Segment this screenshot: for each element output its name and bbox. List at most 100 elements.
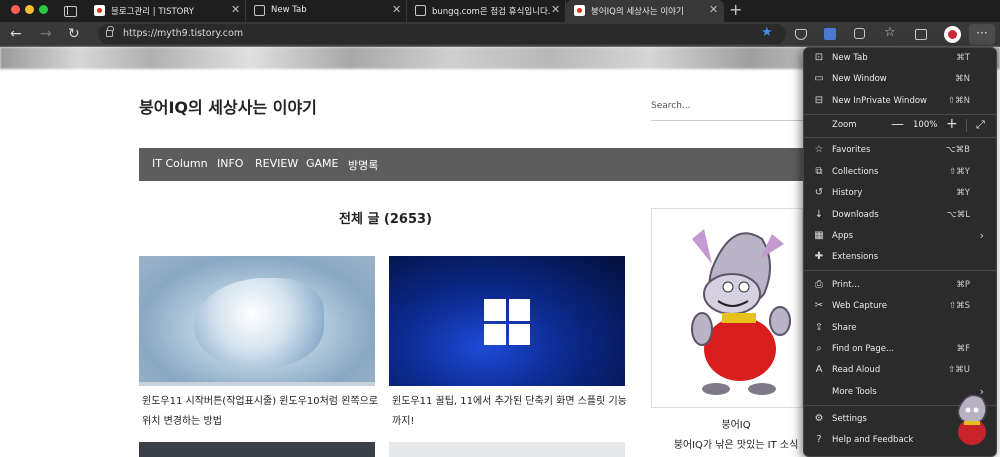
menu-item-shortcut: ⌘N: [955, 74, 970, 84]
favorites-bar-icon[interactable]: ☆: [884, 25, 900, 41]
tab-active-blog[interactable]: 붕어IQ의 세상사는 이야기 ✕: [566, 0, 724, 22]
tab-new-tab[interactable]: New Tab ✕: [246, 0, 407, 22]
menu-item-label: Favorites: [832, 145, 871, 155]
chevron-right-icon: ›: [979, 229, 984, 242]
minimize-window-button[interactable]: [25, 5, 34, 14]
nav-item-guestbook[interactable]: 방명록: [348, 157, 378, 173]
tistory-icon: [94, 5, 105, 16]
fullscreen-icon[interactable]: ⤢: [976, 118, 985, 132]
read-aloud-icon: A: [815, 364, 823, 375]
reload-button[interactable]: ↻: [68, 26, 80, 42]
translate-icon[interactable]: [824, 28, 836, 40]
zoom-in-button[interactable]: +: [946, 116, 958, 132]
nav-item-review[interactable]: REVIEW: [255, 157, 298, 170]
tab-label: 블로그관리 | TISTORY: [111, 7, 194, 17]
apps-icon: ▦: [814, 230, 824, 241]
collections-icon[interactable]: [915, 29, 927, 40]
menu-item-label: Help and Feedback: [832, 435, 914, 445]
menu-item-find-on-page[interactable]: ⌕ Find on Page... ⌘F: [804, 339, 996, 360]
blog-title[interactable]: 붕어IQ의 세상사는 이야기: [139, 94, 317, 118]
menu-item-label: New Window: [832, 74, 887, 84]
tab-label: New Tab: [271, 5, 307, 15]
help-icon: ?: [816, 434, 822, 445]
url-text[interactable]: https://myth9.tistory.com: [123, 28, 243, 39]
downloads-icon: ↓: [814, 209, 824, 220]
menu-item-shortcut: ⌘Y: [956, 188, 970, 198]
inprivate-icon: ⊟: [814, 95, 824, 106]
lock-icon[interactable]: [106, 26, 114, 37]
tab-blog-admin[interactable]: 블로그관리 | TISTORY ✕: [86, 0, 246, 22]
floating-mascot-icon[interactable]: [948, 388, 994, 450]
menu-item-web-capture[interactable]: ✂ Web Capture ⇧⌘S: [804, 296, 996, 317]
windows-logo-icon: [484, 299, 530, 345]
page-icon: [415, 5, 426, 16]
profile-description: 붕어IQ가 낚은 맛있는 IT 소식: [673, 440, 799, 451]
close-icon[interactable]: ✕: [392, 4, 401, 16]
zoom-out-button[interactable]: —: [891, 117, 904, 132]
post-title[interactable]: 윈도우11 꿀팁, 11에서 추가된 단축키 화면 스플릿 기능까지!: [392, 392, 628, 432]
tab-bungq[interactable]: bungq.com은 점검 휴식입니다. ✕: [407, 0, 566, 22]
menu-item-label: New Tab: [832, 53, 868, 63]
print-icon: ⎙: [815, 279, 823, 290]
menu-item-print[interactable]: ⎙ Print... ⌘P: [804, 275, 996, 296]
nav-item-game[interactable]: GAME: [306, 157, 339, 170]
menu-item-shortcut: ⇧⌘N: [948, 96, 970, 106]
address-bar[interactable]: https://myth9.tistory.com ★: [98, 24, 786, 44]
menu-item-read-aloud[interactable]: A Read Aloud ⇧⌘U: [804, 360, 996, 381]
zoom-window-button[interactable]: [39, 5, 48, 14]
search-input[interactable]: Search...: [651, 97, 803, 121]
menu-item-label: History: [832, 188, 863, 198]
nav-item-it-column[interactable]: IT Column: [152, 157, 208, 170]
menu-item-history[interactable]: ↺ History ⌘Y: [804, 183, 996, 204]
menu-item-label: Collections: [832, 167, 879, 177]
zoom-divider: [966, 119, 967, 132]
menu-item-label: Apps: [832, 231, 854, 241]
menu-item-favorites[interactable]: ☆ Favorites ⌥⌘B: [804, 140, 996, 161]
post-thumbnail[interactable]: [139, 442, 375, 457]
settings-more-button[interactable]: ···: [969, 24, 995, 45]
menu-item-label: Settings: [832, 414, 867, 424]
web-capture-icon: ✂: [814, 300, 824, 311]
blog-nav: IT Column INFO REVIEW GAME 방명록: [139, 148, 803, 181]
forward-button[interactable]: →: [40, 26, 52, 42]
menu-item-extensions[interactable]: ✚ Extensions: [804, 247, 996, 268]
post-thumbnail[interactable]: [389, 256, 625, 386]
favorite-star-icon[interactable]: ★: [761, 25, 773, 40]
menu-item-label: More Tools: [832, 387, 877, 397]
extensions-icon[interactable]: [854, 28, 865, 39]
close-icon[interactable]: ✕: [709, 4, 718, 16]
history-icon: ↺: [814, 187, 824, 198]
menu-item-label: Share: [832, 323, 857, 333]
menu-item-shortcut: ⇧⌘U: [948, 365, 970, 375]
menu-item-new-inprivate-window[interactable]: ⊟ New InPrivate Window ⇧⌘N: [804, 91, 996, 112]
menu-item-new-window[interactable]: ▭ New Window ⌘N: [804, 69, 996, 90]
menu-item-new-tab[interactable]: ⊡ New Tab ⌘T: [804, 48, 996, 69]
close-window-button[interactable]: [11, 5, 20, 14]
profile-image: [651, 208, 803, 408]
menu-item-label: Zoom: [832, 120, 857, 130]
menu-item-downloads[interactable]: ↓ Downloads ⌥⌘L: [804, 205, 996, 226]
menu-item-label: Web Capture: [832, 301, 888, 311]
tab-label: 붕어IQ의 세상사는 이야기: [591, 7, 684, 17]
share-icon: ⇪: [814, 322, 824, 333]
close-icon[interactable]: ✕: [231, 4, 240, 16]
nav-item-info[interactable]: INFO: [217, 157, 243, 170]
new-tab-button[interactable]: +: [729, 1, 742, 19]
menu-item-shortcut: ⌘P: [956, 280, 970, 290]
post-title[interactable]: 윈도우11 시작버튼(작업표시줄) 윈도우10처럼 왼쪽으로 위치 변경하는 방…: [142, 392, 378, 432]
collections-icon: ⧉: [815, 166, 823, 177]
menu-item-collections[interactable]: ⧉ Collections ⇧⌘Y: [804, 162, 996, 183]
menu-item-shortcut: ⌥⌘B: [945, 145, 970, 155]
close-icon[interactable]: ✕: [551, 4, 560, 16]
menu-item-share[interactable]: ⇪ Share: [804, 318, 996, 339]
post-thumbnail[interactable]: [389, 442, 625, 457]
post-thumbnail[interactable]: [139, 256, 375, 386]
menu-item-apps[interactable]: ▦ Apps ›: [804, 226, 996, 247]
profile-avatar[interactable]: [944, 26, 961, 43]
settings-icon: ⚙: [814, 413, 824, 424]
tistory-icon: [574, 5, 585, 16]
back-button[interactable]: ←: [10, 26, 22, 42]
tab-actions-icon[interactable]: [62, 3, 78, 19]
menu-item-shortcut: ⌘T: [956, 53, 970, 63]
tab-label: bungq.com은 점검 휴식입니다.: [432, 7, 550, 17]
